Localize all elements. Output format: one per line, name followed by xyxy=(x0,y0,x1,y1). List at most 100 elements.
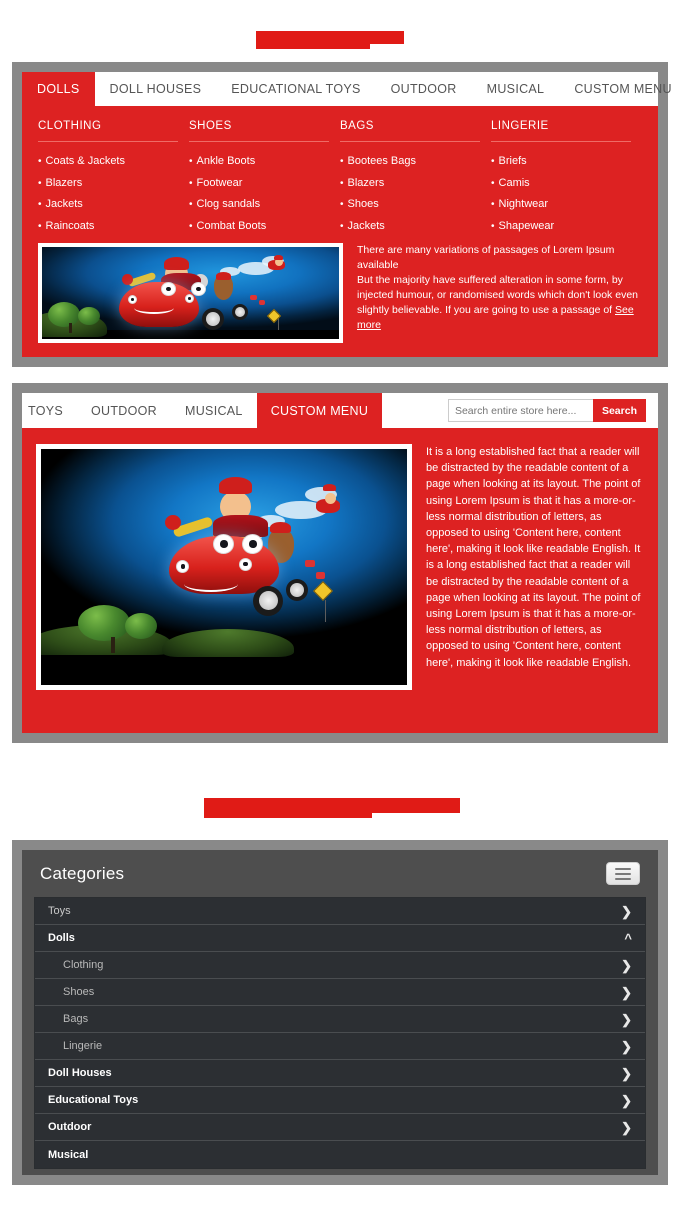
list-item[interactable]: • Shapewear xyxy=(491,216,639,238)
chevron-right-icon: ❯ xyxy=(621,1119,632,1135)
list-item[interactable]: • Clog sandals xyxy=(189,194,337,216)
chevron-right-icon: ❯ xyxy=(621,984,632,1000)
megamenu-inner: DOLLS DOLL HOUSES EDUCATIONAL TOYS OUTDO… xyxy=(22,72,672,357)
category-row-outdoor[interactable]: Outdoor ❯ xyxy=(35,1114,645,1141)
list-item-label: Bootees Bags xyxy=(347,155,417,167)
megamenu-tab-custom-menu[interactable]: CUSTOM MENU xyxy=(559,72,680,106)
list-item[interactable]: • Coats & Jackets xyxy=(38,151,186,173)
chevron-up-icon: ^ xyxy=(624,930,632,946)
bullet-icon: • xyxy=(340,177,344,189)
search-panel-body: It is a long established fact that a rea… xyxy=(22,428,658,690)
list-item[interactable]: • Camis xyxy=(491,173,639,195)
category-row-bags[interactable]: Bags ❯ xyxy=(35,1006,645,1033)
list-item[interactable]: • Bootees Bags xyxy=(340,151,488,173)
column-title: CLOTHING xyxy=(38,120,178,142)
megamenu-navbar: DOLLS DOLL HOUSES EDUCATIONAL TOYS OUTDO… xyxy=(22,72,672,106)
list-item-label: Jackets xyxy=(45,198,83,210)
list-item[interactable]: • Nightwear xyxy=(491,194,639,216)
list-item-label: Raincoats xyxy=(45,219,95,232)
categories-header: Categories xyxy=(34,860,646,897)
bullet-icon: • xyxy=(189,220,193,232)
categories-list: Toys ❯ Dolls ^ Clothing ❯ Shoes ❯ Bags ❯… xyxy=(34,897,646,1169)
search-panel-navbar: TOYS OUTDOOR MUSICAL CUSTOM MENU Search xyxy=(22,393,658,428)
page-root: DOLLS DOLL HOUSES EDUCATIONAL TOYS OUTDO… xyxy=(0,0,680,1218)
category-row-educational-toys[interactable]: Educational Toys ❯ xyxy=(35,1087,645,1114)
search-button[interactable]: Search xyxy=(592,399,646,422)
category-label: Musical xyxy=(48,1148,89,1161)
nav-tab-label: MUSICAL xyxy=(185,403,243,418)
category-row-clothing[interactable]: Clothing ❯ xyxy=(35,952,645,979)
chevron-right-icon: ❯ xyxy=(621,957,632,973)
column-title: LINGERIE xyxy=(491,120,631,142)
category-label: Toys xyxy=(48,905,71,917)
chevron-right-icon: ❯ xyxy=(621,903,632,919)
search-input[interactable] xyxy=(447,399,593,422)
list-item[interactable]: • Ankle Boots xyxy=(189,151,337,173)
list-item[interactable]: • Jackets xyxy=(340,216,488,238)
hero-image-frame xyxy=(36,444,412,690)
title-block-top-upper xyxy=(256,31,404,44)
bullet-icon: • xyxy=(491,199,495,210)
column-list: • Coats & Jackets • Blazers • Jackets • Rain… xyxy=(38,151,186,237)
category-row-toys[interactable]: Toys ❯ xyxy=(35,898,645,925)
chevron-right-icon: ❯ xyxy=(621,1065,632,1081)
megamenu-tab-musical[interactable]: MUSICAL xyxy=(472,72,560,106)
column-list: • Bootees Bags • Blazers • Shoes • Jackets xyxy=(340,151,488,237)
category-row-lingerie[interactable]: Lingerie ❯ xyxy=(35,1033,645,1060)
list-item[interactable]: • Jackets xyxy=(38,194,186,216)
nav-tab-custom-menu[interactable]: CUSTOM MENU xyxy=(256,393,383,428)
category-label: Lingerie xyxy=(63,1040,103,1052)
bullet-icon: • xyxy=(189,177,193,189)
nav-tab-outdoor[interactable]: OUTDOOR xyxy=(77,393,171,428)
category-row-shoes[interactable]: Shoes ❯ xyxy=(35,979,645,1006)
chevron-right-icon: ❯ xyxy=(621,1038,632,1054)
category-row-musical[interactable]: Musical xyxy=(35,1141,645,1168)
megamenu-column-bags: BAGS • Bootees Bags • Blazers • Shoes • Jack… xyxy=(340,120,488,237)
categories-panel: Categories Toys ❯ Dolls ^ Clothing ❯ Sho… xyxy=(12,840,668,1185)
column-list: • Briefs • Camis • Nightwear • Shapewear xyxy=(491,151,639,237)
nav-tab-toys[interactable]: TOYS xyxy=(22,393,77,428)
list-item-label: Shoes xyxy=(347,198,379,210)
hamburger-icon[interactable] xyxy=(606,862,640,885)
list-item-label: Blazers xyxy=(347,176,385,189)
category-row-dolls[interactable]: Dolls ^ xyxy=(35,925,645,952)
list-item[interactable]: • Blazers xyxy=(340,173,488,195)
promo-text-line1: There are many variations of passages of… xyxy=(357,244,615,271)
categories-inner: Categories Toys ❯ Dolls ^ Clothing ❯ Sho… xyxy=(22,850,658,1175)
category-row-doll-houses[interactable]: Doll Houses ❯ xyxy=(35,1060,645,1087)
list-item-label: Clog sandals xyxy=(196,198,261,210)
megamenu-tab-educational-toys[interactable]: EDUCATIONAL TOYS xyxy=(216,72,375,106)
list-item[interactable]: • Briefs xyxy=(491,151,639,173)
list-item[interactable]: • Blazers xyxy=(38,173,186,195)
bullet-icon: • xyxy=(340,220,344,232)
search-panel: TOYS OUTDOOR MUSICAL CUSTOM MENU Search xyxy=(12,383,668,743)
bullet-icon: • xyxy=(491,220,495,232)
nav-tab-label: TOYS xyxy=(28,403,64,418)
megamenu-tab-label: DOLL HOUSES xyxy=(109,82,202,96)
bullet-icon: • xyxy=(38,199,42,210)
bullet-icon: • xyxy=(189,156,193,167)
megamenu-tab-dolls[interactable]: DOLLS xyxy=(22,72,95,106)
nav-tab-label: CUSTOM MENU xyxy=(270,403,369,418)
hamburger-line xyxy=(615,867,631,870)
list-item[interactable]: • Shoes xyxy=(340,194,488,216)
category-label: Educational Toys xyxy=(48,1094,139,1106)
megamenu-tab-outdoor[interactable]: OUTDOOR xyxy=(376,72,472,106)
hero-body-text: It is a long established fact that a rea… xyxy=(426,446,641,669)
list-item[interactable]: • Combat Boots xyxy=(189,216,337,238)
hero-image-car-scene xyxy=(41,449,407,685)
megamenu-panel: DOLLS DOLL HOUSES EDUCATIONAL TOYS OUTDO… xyxy=(12,62,672,367)
megamenu-tab-doll-houses[interactable]: DOLL HOUSES xyxy=(95,72,217,106)
title-block-top-lower xyxy=(256,44,370,49)
list-item[interactable]: • Footwear xyxy=(189,173,337,195)
bullet-icon: • xyxy=(340,199,344,210)
megamenu-tab-label: EDUCATIONAL TOYS xyxy=(231,82,361,96)
megamenu-column-clothing: CLOTHING • Coats & Jackets • Blazers • Jack… xyxy=(38,120,186,237)
title-block-middle-upper xyxy=(204,798,460,813)
list-item-label: Briefs xyxy=(498,155,527,167)
chevron-right-icon: ❯ xyxy=(621,1011,632,1027)
list-item-label: Shapewear xyxy=(498,219,555,232)
list-item[interactable]: • Raincoats xyxy=(38,216,186,238)
nav-tab-musical[interactable]: MUSICAL xyxy=(171,393,257,428)
category-label: Outdoor xyxy=(48,1121,92,1133)
